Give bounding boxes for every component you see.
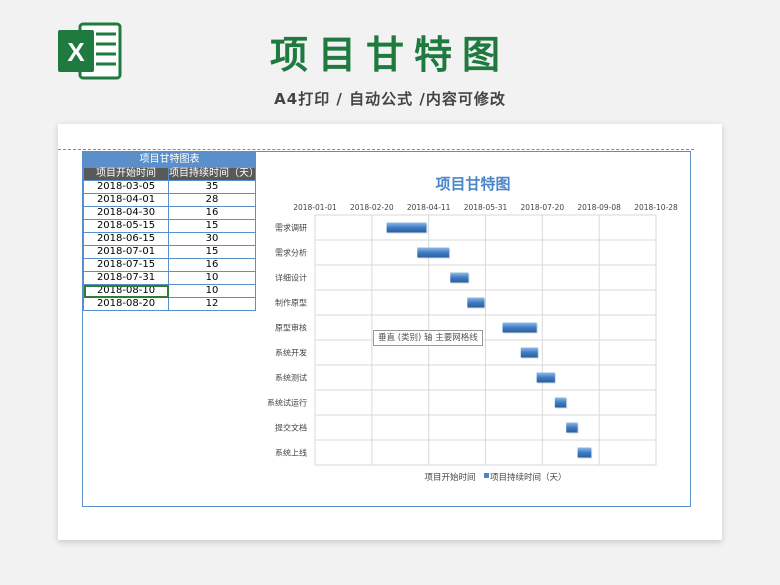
duration-bar: [417, 247, 450, 258]
category-label: 系统测试: [275, 373, 307, 383]
category-label: 需求分析: [275, 248, 307, 258]
category-label: 需求调研: [275, 223, 307, 233]
duration-bar: [566, 422, 578, 433]
x-tick-label: 2018-01-01: [293, 203, 337, 212]
category-label: 系统开发: [275, 348, 307, 358]
duration-bar: [502, 322, 537, 333]
duration-bar: [577, 447, 592, 458]
category-label: 原型审核: [275, 323, 307, 333]
duration-bar: [386, 222, 427, 233]
x-tick-label: 2018-07-20: [521, 203, 565, 212]
category-label: 系统上线: [275, 448, 307, 458]
chart-title: 项目甘特图: [435, 175, 510, 193]
legend-duration: 项目持续时间（天）: [490, 472, 567, 483]
x-tick-label: 2018-09-08: [577, 203, 621, 212]
duration-bar: [467, 297, 485, 308]
category-label: 详细设计: [275, 273, 307, 283]
x-tick-label: 2018-05-31: [464, 203, 508, 212]
x-tick-label: 2018-10-28: [634, 203, 678, 212]
category-label: 制作原型: [275, 298, 307, 308]
duration-bar: [536, 372, 555, 383]
chart-tooltip: 垂直 (类别) 轴 主要网格线: [373, 330, 483, 346]
category-label: 系统试运行: [267, 398, 307, 408]
duration-bar: [450, 272, 469, 283]
legend-start: 项目开始时间: [424, 472, 475, 483]
x-tick-label: 2018-02-20: [350, 203, 394, 212]
duration-bar: [520, 347, 538, 358]
legend-duration-swatch: [484, 473, 489, 478]
x-tick-label: 2018-04-11: [407, 203, 451, 212]
category-label: 提交文档: [275, 423, 307, 433]
gantt-chart[interactable]: 项目甘特图 2018-01-01 2018-02-20 2018-04-11 2018-…: [0, 0, 780, 585]
duration-bar: [554, 397, 567, 408]
